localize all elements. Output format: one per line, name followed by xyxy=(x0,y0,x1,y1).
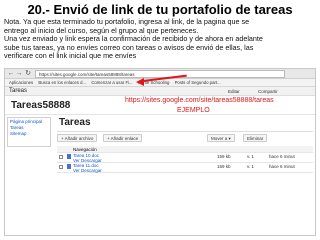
file-table: Navegación Tarea 10.doc Ver Descargar 15… xyxy=(57,146,313,173)
share-button[interactable]: Compartir xyxy=(255,88,281,95)
file-toolbar: + Añadir archivo + Añadir enlace Mover a… xyxy=(57,134,313,143)
move-to-button[interactable]: Mover a ▾ xyxy=(207,134,235,142)
site-header: Tareas58888 https://sites.google.com/sit… xyxy=(5,97,315,115)
file-actions[interactable]: Ver Descargar xyxy=(73,168,102,173)
annotation-label: EJEMPLO xyxy=(177,107,210,114)
file-version: v. 1 xyxy=(247,154,254,159)
bookmark-item[interactable]: Posts of Segundo part... xyxy=(175,79,221,86)
reload-icon[interactable]: ↻ xyxy=(24,70,32,78)
google-sites-bar: Tareas Editar Compartir xyxy=(5,87,315,96)
table-row: Tarea 10.doc Ver Descargar 159 kb v. 1 h… xyxy=(57,153,313,163)
file-icon xyxy=(67,164,71,169)
sidebar: Página principal Tareas Sitemap xyxy=(7,117,51,147)
file-version: v. 1 xyxy=(247,164,254,169)
slide-title: 20.- Envió de link de tu portafolio de t… xyxy=(27,2,293,17)
file-date: hace 6 minut xyxy=(269,164,295,169)
bookmark-item[interactable]: Comenzar a usar Fi... xyxy=(91,79,132,86)
bookmarks-bar: Aplicaciones Busca en los enlaces d... C… xyxy=(5,79,315,87)
delete-button[interactable]: Eliminar xyxy=(243,134,268,142)
main-content: Tareas + Añadir archivo + Añadir enlace … xyxy=(57,117,313,235)
instructions-note: Nota. Ya que esta terminado tu portafoli… xyxy=(4,17,318,61)
table-header: Navegación xyxy=(57,146,313,153)
annotation-arrow-icon xyxy=(136,78,144,86)
file-date: hace 6 minut xyxy=(269,154,295,159)
add-link-button[interactable]: + Añadir enlace xyxy=(103,134,143,142)
forward-arrow-icon[interactable]: → xyxy=(15,70,23,78)
annotation-url: https://sites.google.com/site/tareas5888… xyxy=(125,97,274,104)
row-checkbox[interactable] xyxy=(59,155,63,159)
note-line: verificare con el link inicial que me en… xyxy=(4,51,137,61)
row-checkbox[interactable] xyxy=(59,165,63,169)
sidebar-item-sitemap[interactable]: Sitemap xyxy=(10,131,48,137)
back-arrow-icon[interactable]: ← xyxy=(7,70,15,78)
bookmark-item[interactable]: Aplicaciones xyxy=(9,79,33,86)
table-row: Tarea 11.doc Ver Descargar 159 kb v. 1 h… xyxy=(57,163,313,173)
add-file-button[interactable]: + Añadir archivo xyxy=(57,134,98,142)
file-size: 159 kb xyxy=(217,154,231,159)
gbar-title: Tareas xyxy=(9,88,28,94)
site-name[interactable]: Tareas58888 xyxy=(11,100,70,111)
header-label: Navegación xyxy=(73,147,97,152)
bookmark-item[interactable]: Busca en los enlaces d... xyxy=(38,79,86,86)
file-size: 159 kb xyxy=(217,164,231,169)
divider xyxy=(57,131,313,132)
edit-button[interactable]: Editar xyxy=(225,88,243,95)
file-icon xyxy=(67,154,71,159)
browser-screenshot: ← → ↻ https://sites.google.com/site/tare… xyxy=(4,68,316,236)
page-title: Tareas xyxy=(59,117,91,128)
